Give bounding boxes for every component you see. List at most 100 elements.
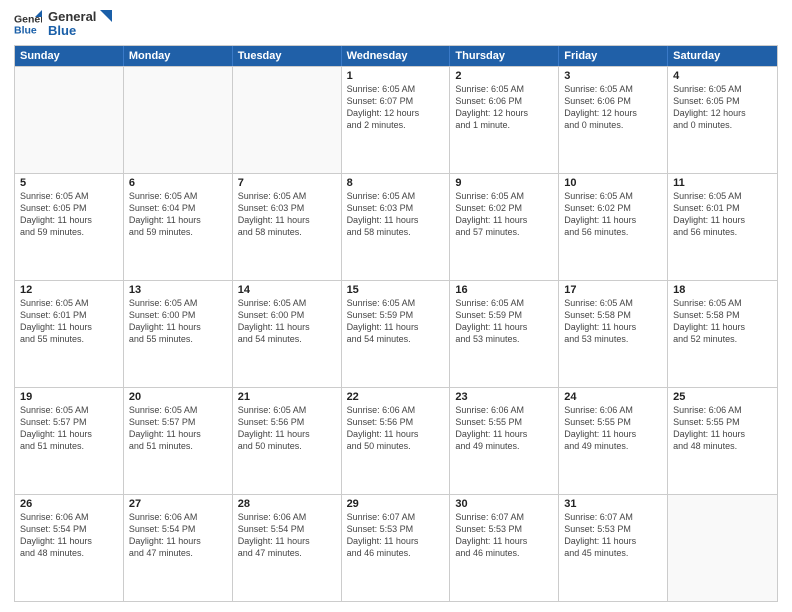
- cell-info: Sunrise: 6:06 AM Sunset: 5:55 PM Dayligh…: [455, 404, 553, 453]
- day-number: 8: [347, 177, 445, 189]
- cell-info: Sunrise: 6:05 AM Sunset: 6:06 PM Dayligh…: [455, 83, 553, 132]
- day-number: 29: [347, 498, 445, 510]
- day-number: 19: [20, 391, 118, 403]
- cell-info: Sunrise: 6:06 AM Sunset: 5:54 PM Dayligh…: [20, 511, 118, 560]
- cell-info: Sunrise: 6:05 AM Sunset: 5:59 PM Dayligh…: [347, 297, 445, 346]
- day-number: 14: [238, 284, 336, 296]
- day-cell-16: 16Sunrise: 6:05 AM Sunset: 5:59 PM Dayli…: [450, 281, 559, 387]
- day-number: 9: [455, 177, 553, 189]
- day-number: 13: [129, 284, 227, 296]
- day-number: 25: [673, 391, 772, 403]
- day-number: 22: [347, 391, 445, 403]
- cell-info: Sunrise: 6:05 AM Sunset: 6:02 PM Dayligh…: [455, 190, 553, 239]
- day-cell-1: 1Sunrise: 6:05 AM Sunset: 6:07 PM Daylig…: [342, 67, 451, 173]
- day-cell-10: 10Sunrise: 6:05 AM Sunset: 6:02 PM Dayli…: [559, 174, 668, 280]
- day-cell-3: 3Sunrise: 6:05 AM Sunset: 6:06 PM Daylig…: [559, 67, 668, 173]
- cell-info: Sunrise: 6:05 AM Sunset: 5:59 PM Dayligh…: [455, 297, 553, 346]
- day-cell-17: 17Sunrise: 6:05 AM Sunset: 5:58 PM Dayli…: [559, 281, 668, 387]
- day-number: 3: [564, 70, 662, 82]
- day-cell-13: 13Sunrise: 6:05 AM Sunset: 6:00 PM Dayli…: [124, 281, 233, 387]
- day-number: 16: [455, 284, 553, 296]
- day-cell-28: 28Sunrise: 6:06 AM Sunset: 5:54 PM Dayli…: [233, 495, 342, 601]
- day-cell-29: 29Sunrise: 6:07 AM Sunset: 5:53 PM Dayli…: [342, 495, 451, 601]
- day-cell-21: 21Sunrise: 6:05 AM Sunset: 5:56 PM Dayli…: [233, 388, 342, 494]
- calendar-row-0: 1Sunrise: 6:05 AM Sunset: 6:07 PM Daylig…: [15, 66, 777, 173]
- cell-info: Sunrise: 6:05 AM Sunset: 6:05 PM Dayligh…: [20, 190, 118, 239]
- header-day-sunday: Sunday: [15, 46, 124, 66]
- cell-info: Sunrise: 6:06 AM Sunset: 5:55 PM Dayligh…: [673, 404, 772, 453]
- header-day-tuesday: Tuesday: [233, 46, 342, 66]
- cell-info: Sunrise: 6:07 AM Sunset: 5:53 PM Dayligh…: [347, 511, 445, 560]
- day-number: 18: [673, 284, 772, 296]
- logo-triangle-icon: [96, 10, 112, 30]
- day-number: 5: [20, 177, 118, 189]
- day-number: 6: [129, 177, 227, 189]
- day-number: 30: [455, 498, 553, 510]
- header-day-thursday: Thursday: [450, 46, 559, 66]
- cell-info: Sunrise: 6:05 AM Sunset: 6:01 PM Dayligh…: [20, 297, 118, 346]
- day-number: 12: [20, 284, 118, 296]
- day-cell-7: 7Sunrise: 6:05 AM Sunset: 6:03 PM Daylig…: [233, 174, 342, 280]
- day-number: 24: [564, 391, 662, 403]
- header-day-saturday: Saturday: [668, 46, 777, 66]
- day-cell-11: 11Sunrise: 6:05 AM Sunset: 6:01 PM Dayli…: [668, 174, 777, 280]
- day-number: 20: [129, 391, 227, 403]
- day-cell-14: 14Sunrise: 6:05 AM Sunset: 6:00 PM Dayli…: [233, 281, 342, 387]
- day-cell-27: 27Sunrise: 6:06 AM Sunset: 5:54 PM Dayli…: [124, 495, 233, 601]
- day-cell-23: 23Sunrise: 6:06 AM Sunset: 5:55 PM Dayli…: [450, 388, 559, 494]
- day-cell-19: 19Sunrise: 6:05 AM Sunset: 5:57 PM Dayli…: [15, 388, 124, 494]
- header-day-monday: Monday: [124, 46, 233, 66]
- calendar-row-4: 26Sunrise: 6:06 AM Sunset: 5:54 PM Dayli…: [15, 494, 777, 601]
- day-cell-30: 30Sunrise: 6:07 AM Sunset: 5:53 PM Dayli…: [450, 495, 559, 601]
- cell-info: Sunrise: 6:06 AM Sunset: 5:55 PM Dayligh…: [564, 404, 662, 453]
- cell-info: Sunrise: 6:06 AM Sunset: 5:54 PM Dayligh…: [129, 511, 227, 560]
- day-cell-26: 26Sunrise: 6:06 AM Sunset: 5:54 PM Dayli…: [15, 495, 124, 601]
- day-number: 7: [238, 177, 336, 189]
- empty-cell: [15, 67, 124, 173]
- header-day-friday: Friday: [559, 46, 668, 66]
- day-cell-5: 5Sunrise: 6:05 AM Sunset: 6:05 PM Daylig…: [15, 174, 124, 280]
- page: General Blue General Blue SundayMondayTu…: [0, 0, 792, 612]
- day-number: 11: [673, 177, 772, 189]
- cell-info: Sunrise: 6:05 AM Sunset: 6:03 PM Dayligh…: [347, 190, 445, 239]
- day-cell-8: 8Sunrise: 6:05 AM Sunset: 6:03 PM Daylig…: [342, 174, 451, 280]
- cell-info: Sunrise: 6:05 AM Sunset: 5:58 PM Dayligh…: [673, 297, 772, 346]
- day-cell-12: 12Sunrise: 6:05 AM Sunset: 6:01 PM Dayli…: [15, 281, 124, 387]
- calendar-body: 1Sunrise: 6:05 AM Sunset: 6:07 PM Daylig…: [15, 66, 777, 601]
- cell-info: Sunrise: 6:06 AM Sunset: 5:54 PM Dayligh…: [238, 511, 336, 560]
- cell-info: Sunrise: 6:05 AM Sunset: 6:07 PM Dayligh…: [347, 83, 445, 132]
- cell-info: Sunrise: 6:07 AM Sunset: 5:53 PM Dayligh…: [455, 511, 553, 560]
- cell-info: Sunrise: 6:05 AM Sunset: 6:00 PM Dayligh…: [238, 297, 336, 346]
- header: General Blue General Blue: [14, 10, 778, 39]
- day-cell-15: 15Sunrise: 6:05 AM Sunset: 5:59 PM Dayli…: [342, 281, 451, 387]
- day-cell-9: 9Sunrise: 6:05 AM Sunset: 6:02 PM Daylig…: [450, 174, 559, 280]
- day-cell-6: 6Sunrise: 6:05 AM Sunset: 6:04 PM Daylig…: [124, 174, 233, 280]
- day-number: 10: [564, 177, 662, 189]
- calendar-row-2: 12Sunrise: 6:05 AM Sunset: 6:01 PM Dayli…: [15, 280, 777, 387]
- cell-info: Sunrise: 6:05 AM Sunset: 6:03 PM Dayligh…: [238, 190, 336, 239]
- day-number: 21: [238, 391, 336, 403]
- day-cell-18: 18Sunrise: 6:05 AM Sunset: 5:58 PM Dayli…: [668, 281, 777, 387]
- empty-cell: [233, 67, 342, 173]
- day-number: 17: [564, 284, 662, 296]
- calendar-row-3: 19Sunrise: 6:05 AM Sunset: 5:57 PM Dayli…: [15, 387, 777, 494]
- day-cell-4: 4Sunrise: 6:05 AM Sunset: 6:05 PM Daylig…: [668, 67, 777, 173]
- day-number: 1: [347, 70, 445, 82]
- cell-info: Sunrise: 6:05 AM Sunset: 6:06 PM Dayligh…: [564, 83, 662, 132]
- cell-info: Sunrise: 6:05 AM Sunset: 6:04 PM Dayligh…: [129, 190, 227, 239]
- calendar-row-1: 5Sunrise: 6:05 AM Sunset: 6:05 PM Daylig…: [15, 173, 777, 280]
- cell-info: Sunrise: 6:05 AM Sunset: 5:58 PM Dayligh…: [564, 297, 662, 346]
- header-day-wednesday: Wednesday: [342, 46, 451, 66]
- cell-info: Sunrise: 6:05 AM Sunset: 6:02 PM Dayligh…: [564, 190, 662, 239]
- cell-info: Sunrise: 6:05 AM Sunset: 5:57 PM Dayligh…: [129, 404, 227, 453]
- day-number: 28: [238, 498, 336, 510]
- cell-info: Sunrise: 6:05 AM Sunset: 5:57 PM Dayligh…: [20, 404, 118, 453]
- cell-info: Sunrise: 6:05 AM Sunset: 6:05 PM Dayligh…: [673, 83, 772, 132]
- day-number: 4: [673, 70, 772, 82]
- empty-cell: [124, 67, 233, 173]
- day-number: 23: [455, 391, 553, 403]
- cell-info: Sunrise: 6:05 AM Sunset: 5:56 PM Dayligh…: [238, 404, 336, 453]
- logo-text-blue: Blue: [48, 24, 96, 38]
- empty-cell: [668, 495, 777, 601]
- logo-text-general: General: [48, 10, 96, 24]
